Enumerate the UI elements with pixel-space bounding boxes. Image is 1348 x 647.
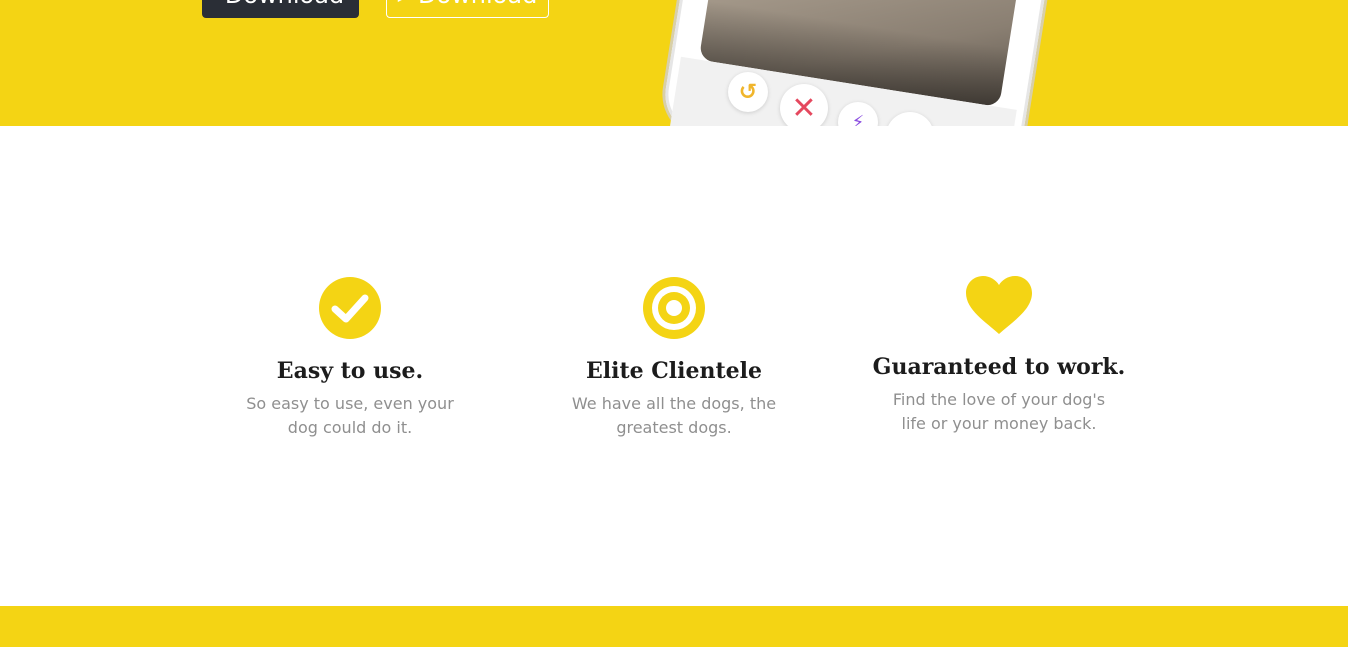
features-section: Easy to use. So easy to use, even your d… xyxy=(0,126,1348,606)
rewind-icon: ↺ xyxy=(728,72,768,112)
download-play-store-button[interactable]: ▶ Download xyxy=(386,0,549,18)
check-circle-icon xyxy=(319,277,381,339)
testimonials-section xyxy=(0,606,1348,647)
feature-title: Easy to use. xyxy=(276,358,424,384)
feature-text: So easy to use, even your dog could do i… xyxy=(246,394,454,438)
feature-title: Guaranteed to work. xyxy=(872,354,1126,380)
feature-box: Guaranteed to work. Find the love of you… xyxy=(849,276,1149,436)
target-icon xyxy=(643,277,705,339)
heart-icon xyxy=(966,276,1032,334)
feature-title: Elite Clientele xyxy=(585,358,763,384)
nope-icon: ✕ xyxy=(780,84,828,126)
download-button-label: Download xyxy=(418,0,537,9)
feature-text: Find the love of your dog's life or your… xyxy=(892,390,1106,434)
google-play-icon: ▶ xyxy=(398,0,410,3)
feature-box: Elite Clientele We have all the dogs, th… xyxy=(524,276,824,440)
title-section: Download ▶ Download ↺ ✕ ⚡ ♥ xyxy=(0,0,1348,126)
download-button-label: Download xyxy=(225,0,344,9)
feature-text: We have all the dogs, the greatest dogs. xyxy=(571,394,777,438)
feature-box: Easy to use. So easy to use, even your d… xyxy=(200,276,500,440)
download-app-store-button[interactable]: Download xyxy=(202,0,359,18)
